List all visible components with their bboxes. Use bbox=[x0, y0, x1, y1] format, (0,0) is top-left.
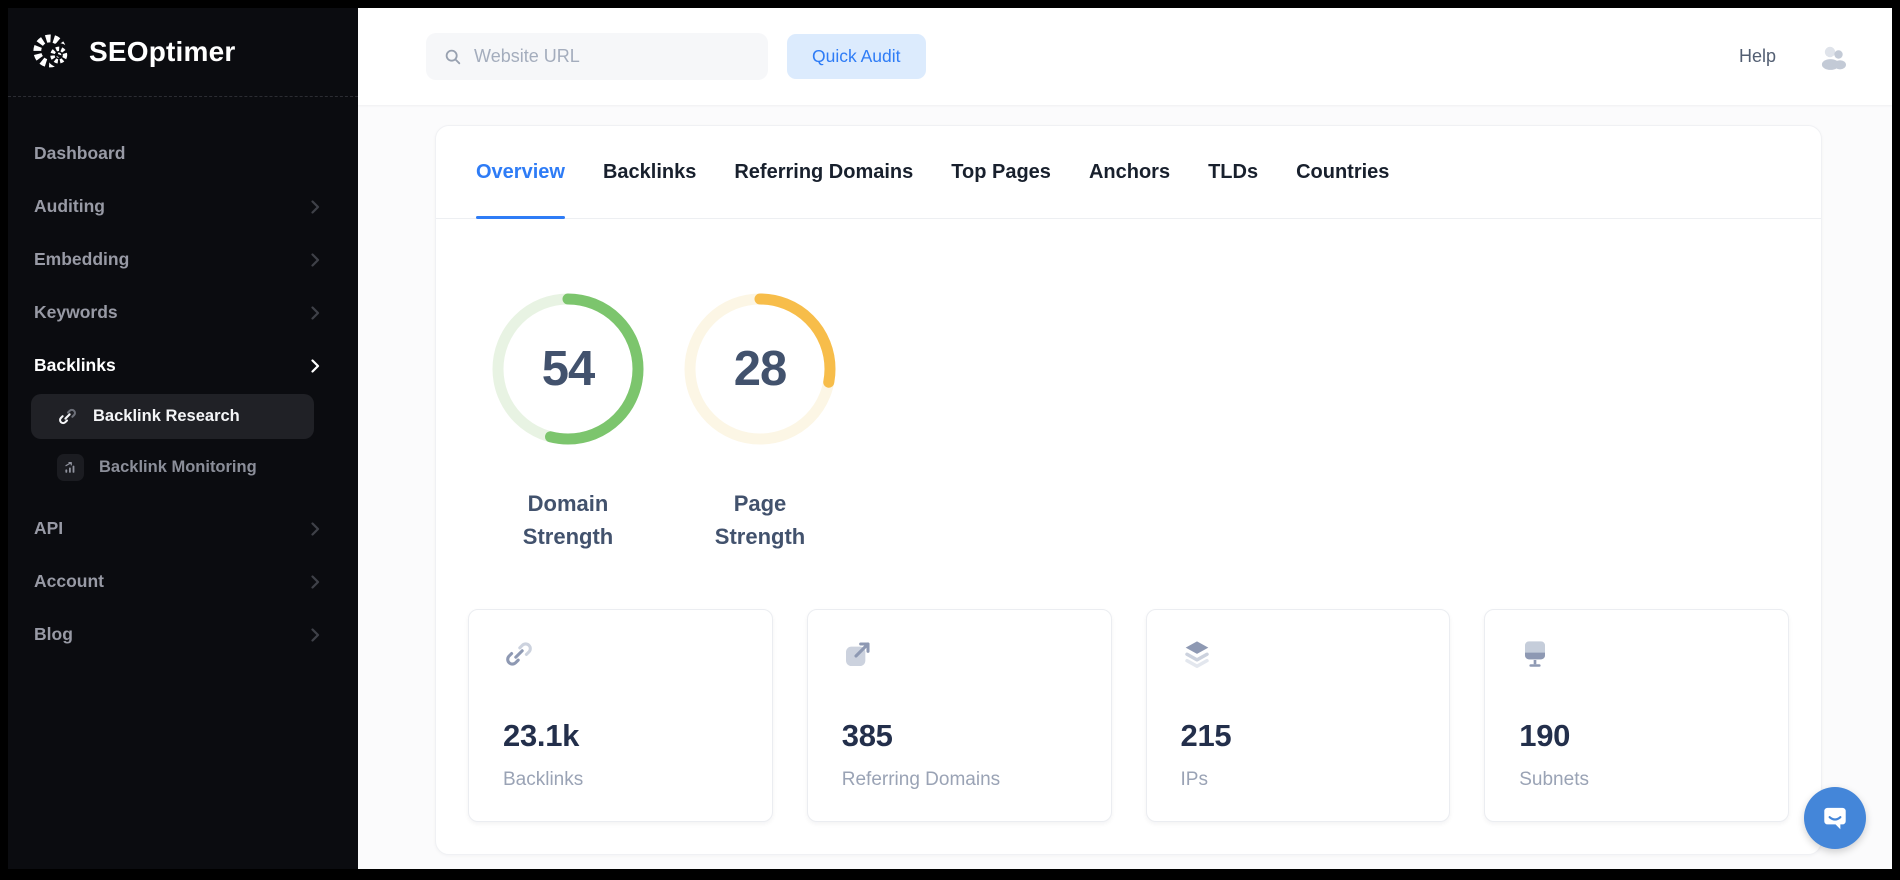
subnets-count: 190 bbox=[1519, 718, 1571, 753]
search-icon bbox=[445, 49, 461, 64]
main-area: Quick Audit Help Overview Backlinks bbox=[358, 8, 1892, 869]
chat-widget-button[interactable] bbox=[1804, 787, 1866, 849]
chevron-right-icon bbox=[311, 199, 320, 214]
monitor-icon bbox=[1525, 641, 1546, 667]
sidebar-item-backlinks[interactable]: Backlinks bbox=[8, 339, 358, 392]
sidebar-item-backlink-research[interactable]: Backlink Research bbox=[31, 394, 314, 439]
sidebar-subitem-label: Backlink Monitoring bbox=[99, 458, 257, 476]
sidebar: SEOptimer Dashboard Auditing Embedding K… bbox=[8, 8, 358, 869]
tab-tlds[interactable]: TLDs bbox=[1208, 126, 1258, 218]
page-strength-label: Page Strength bbox=[714, 491, 806, 549]
backlinks-stat-card[interactable]: 23.1k Backlinks bbox=[468, 609, 773, 822]
ips-count: 215 bbox=[1180, 718, 1232, 753]
sidebar-item-account[interactable]: Account bbox=[8, 555, 358, 608]
referring-domains-count: 385 bbox=[841, 718, 893, 753]
subnets-label: Subnets bbox=[1519, 769, 1589, 790]
referring-domains-label: Referring Domains bbox=[841, 769, 1001, 790]
sidebar-item-label: Embedding bbox=[34, 249, 130, 269]
content-area: Overview Backlinks Referring Domains Top… bbox=[358, 105, 1892, 869]
chart-icon bbox=[57, 454, 84, 481]
sidebar-item-api[interactable]: API bbox=[8, 502, 358, 555]
sidebar-item-embedding[interactable]: Embedding bbox=[8, 233, 358, 286]
backlinks-submenu: Backlink Research Backlink Monitoring bbox=[8, 392, 358, 502]
chevron-right-icon bbox=[311, 574, 320, 589]
ips-label: IPs bbox=[1180, 769, 1208, 790]
tab-backlinks[interactable]: Backlinks bbox=[603, 126, 696, 218]
sidebar-item-label: Auditing bbox=[34, 196, 105, 216]
ips-stat-card[interactable]: 215 IPs bbox=[1145, 609, 1451, 822]
subnets-stat-card[interactable]: 190 Subnets bbox=[1484, 609, 1789, 822]
domain-strength-value: 54 bbox=[541, 342, 596, 396]
tab-top-pages[interactable]: Top Pages bbox=[951, 126, 1051, 218]
sidebar-item-blog[interactable]: Blog bbox=[8, 608, 358, 661]
sidebar-item-backlink-monitoring[interactable]: Backlink Monitoring bbox=[31, 445, 314, 490]
user-account-icon[interactable] bbox=[1818, 44, 1848, 70]
sidebar-nav: Dashboard Auditing Embedding Keywords Ba… bbox=[8, 97, 358, 661]
sidebar-item-dashboard[interactable]: Dashboard bbox=[8, 127, 358, 180]
sidebar-item-label: API bbox=[34, 518, 64, 538]
sidebar-item-label: Keywords bbox=[34, 302, 118, 322]
backlinks-label: Backlinks bbox=[503, 769, 584, 790]
chevron-right-icon bbox=[311, 627, 320, 642]
tab-countries[interactable]: Countries bbox=[1296, 126, 1389, 218]
external-link-icon bbox=[845, 642, 870, 666]
tabs-bar: Overview Backlinks Referring Domains Top… bbox=[436, 126, 1821, 219]
app-window: SEOptimer Dashboard Auditing Embedding K… bbox=[0, 0, 1900, 880]
stats-row: 23.1k Backlinks 385 Referring Domains 21… bbox=[468, 609, 1789, 822]
tab-referring-domains[interactable]: Referring Domains bbox=[734, 126, 913, 218]
sidebar-item-keywords[interactable]: Keywords bbox=[8, 286, 358, 339]
referring-domains-stat-card[interactable]: 385 Referring Domains bbox=[806, 609, 1112, 822]
domain-strength-label: Domain Strength bbox=[522, 491, 614, 549]
sidebar-item-label: Dashboard bbox=[34, 143, 126, 163]
seoptimer-gear-icon bbox=[33, 34, 71, 68]
users-icon bbox=[1821, 46, 1846, 70]
backlinks-count: 23.1k bbox=[503, 718, 580, 753]
chevron-right-icon bbox=[311, 521, 320, 536]
link-icon bbox=[506, 642, 532, 666]
chevron-right-icon bbox=[311, 252, 320, 267]
domain-strength-gauge: 54 Domain Strength bbox=[486, 287, 650, 553]
help-link[interactable]: Help bbox=[1739, 46, 1776, 67]
logo-text: SEOptimer bbox=[89, 36, 236, 67]
link-icon bbox=[59, 408, 76, 425]
chevron-right-icon bbox=[311, 305, 320, 320]
page-strength-gauge: 28 Page Strength bbox=[678, 287, 842, 553]
backlink-overview-card: Overview Backlinks Referring Domains Top… bbox=[435, 125, 1822, 855]
logo[interactable]: SEOptimer bbox=[8, 8, 358, 97]
sidebar-item-label: Account bbox=[34, 571, 104, 591]
sidebar-item-label: Blog bbox=[34, 624, 73, 644]
quick-audit-button[interactable]: Quick Audit bbox=[787, 34, 926, 79]
topbar: Quick Audit Help bbox=[358, 8, 1892, 105]
chevron-right-icon bbox=[311, 358, 320, 373]
sidebar-item-auditing[interactable]: Auditing bbox=[8, 180, 358, 233]
sidebar-subitem-label: Backlink Research bbox=[93, 407, 240, 425]
tab-anchors[interactable]: Anchors bbox=[1089, 126, 1170, 218]
page-strength-value: 28 bbox=[733, 342, 788, 396]
layers-icon bbox=[1184, 641, 1209, 668]
website-url-input[interactable] bbox=[474, 46, 750, 67]
tab-overview[interactable]: Overview bbox=[476, 126, 565, 219]
website-url-search[interactable] bbox=[426, 33, 768, 80]
sidebar-item-label: Backlinks bbox=[34, 355, 116, 375]
chat-bubble-icon bbox=[1824, 807, 1846, 830]
strength-gauges: 54 Domain Strength 28 Page Strength bbox=[486, 287, 1789, 553]
